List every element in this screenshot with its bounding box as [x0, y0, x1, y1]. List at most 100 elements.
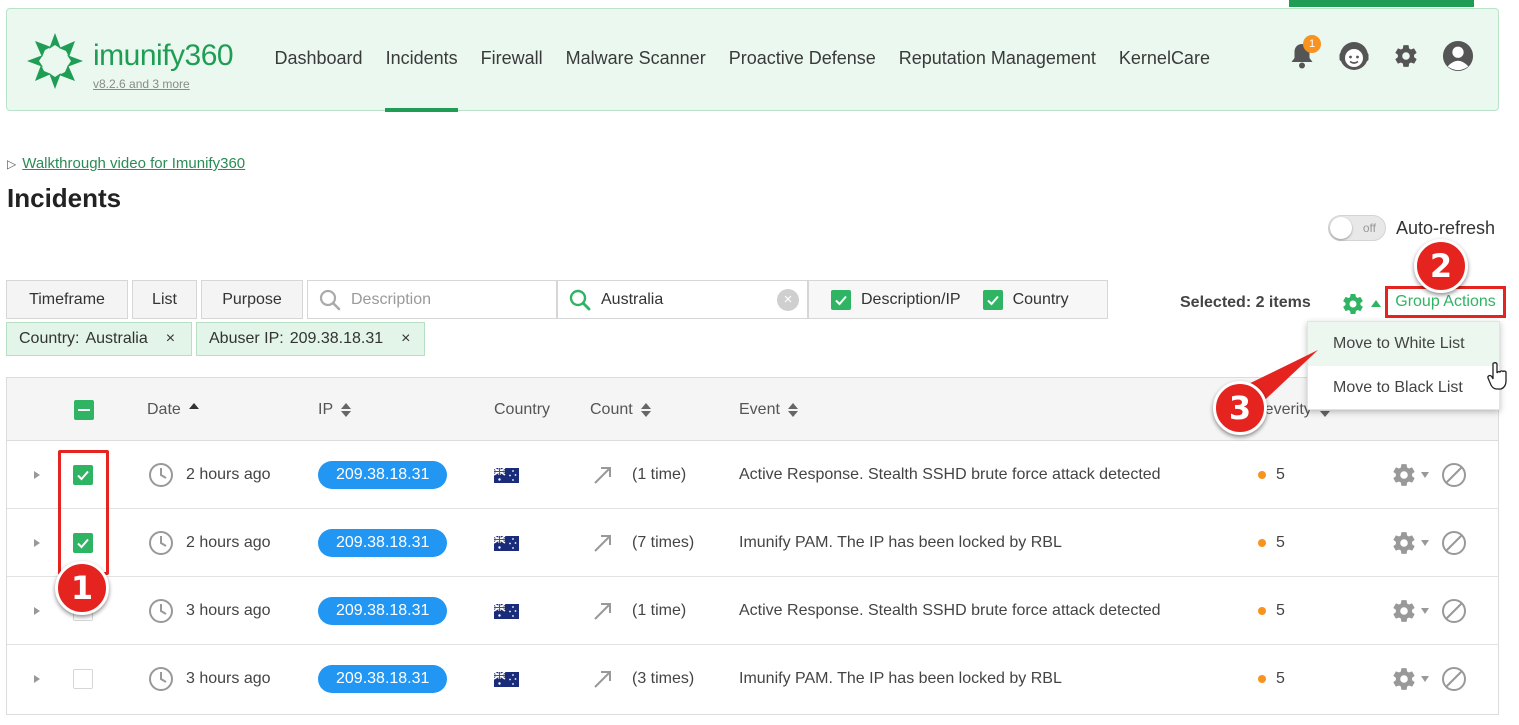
auto-refresh-toggle[interactable]: off — [1328, 215, 1386, 241]
table-row: 2 hours ago 209.38.18.31 (7 times) Imuni… — [7, 509, 1498, 577]
row-checkbox[interactable] — [73, 645, 93, 713]
row-severity-text: 5 — [1276, 670, 1285, 687]
block-icon[interactable] — [1441, 530, 1467, 556]
row-event: Active Response. Stealth SSHD brute forc… — [739, 602, 1161, 619]
description-input[interactable] — [351, 290, 541, 309]
severity-dot — [1258, 539, 1266, 547]
remove-chip-icon[interactable]: × — [166, 323, 175, 355]
block-icon[interactable] — [1441, 598, 1467, 624]
main-nav: Dashboard Incidents Firewall Malware Sca… — [263, 9, 1221, 112]
list-button[interactable]: List — [132, 280, 197, 319]
col-ip[interactable]: IP — [318, 378, 352, 441]
ip-badge[interactable]: 209.38.18.31 — [318, 665, 448, 693]
description-ip-label: Description/IP — [861, 290, 961, 308]
expand-row-icon[interactable] — [34, 441, 44, 509]
nav-kernelcare[interactable]: KernelCare — [1107, 9, 1221, 112]
row-actions — [1391, 645, 1467, 713]
table-row: 2 hours ago 209.38.18.31 (1 time) Active… — [7, 441, 1498, 509]
search-icon — [567, 287, 593, 313]
clear-search-icon[interactable]: × — [777, 289, 799, 311]
brand-name: imunify360 — [93, 39, 234, 72]
nav-dashboard[interactable]: Dashboard — [263, 9, 374, 112]
row-actions — [1391, 509, 1467, 577]
row-ip: 209.38.18.31 — [318, 645, 448, 713]
country-checkbox[interactable] — [982, 289, 1003, 310]
settings-button[interactable] — [1390, 39, 1422, 73]
row-date: 3 hours ago — [148, 577, 271, 645]
trend-arrow-icon — [594, 671, 611, 688]
row-date: 3 hours ago — [148, 645, 271, 713]
walkthrough-link[interactable]: Walkthrough video for Imunify360 — [22, 155, 245, 172]
remove-chip-icon[interactable]: × — [401, 323, 410, 355]
australia-flag-icon — [494, 645, 519, 713]
selected-count: Selected: 2 items — [1180, 294, 1311, 311]
severity-dot — [1258, 471, 1266, 479]
group-actions-gear-icon[interactable] — [1341, 292, 1365, 316]
annotation-step-3: 3 — [1213, 381, 1267, 435]
row-ip: 209.38.18.31 — [318, 577, 448, 645]
user-menu-button[interactable] — [1442, 39, 1474, 73]
filter-chip-country: Country: Australia × — [6, 322, 192, 356]
gear-icon[interactable] — [1391, 598, 1417, 624]
country-label: Country — [1012, 290, 1069, 308]
search-scope-checks: Description/IP Country — [808, 280, 1108, 319]
description-search — [307, 280, 557, 319]
col-ip-label: IP — [318, 401, 334, 418]
expand-row-icon[interactable] — [34, 577, 44, 645]
notifications-button[interactable]: 1 — [1286, 35, 1321, 73]
toggle-state: off — [1362, 221, 1376, 235]
row-count: (1 time) — [592, 441, 686, 509]
support-agent-icon — [1339, 42, 1369, 70]
user-avatar-icon — [1442, 40, 1474, 72]
timeframe-button[interactable]: Timeframe — [6, 280, 128, 319]
menu-move-to-black-list[interactable]: Move to Black List — [1308, 366, 1499, 410]
block-icon[interactable] — [1441, 462, 1467, 488]
auto-refresh: off Auto-refresh — [1328, 215, 1495, 241]
row-count-text: (3 times) — [632, 670, 695, 687]
expand-row-icon[interactable] — [34, 645, 44, 713]
row-event: Active Response. Stealth SSHD brute forc… — [739, 466, 1161, 483]
select-all-checkbox[interactable] — [74, 400, 94, 420]
col-count[interactable]: Count — [590, 378, 651, 441]
incidents-table: Date IP Country Count Event Severity 2 h… — [6, 377, 1499, 715]
sort-icon — [787, 402, 798, 418]
col-country: Country — [494, 401, 551, 418]
col-event[interactable]: Event — [739, 378, 798, 441]
chip-key: Abuser IP: — [209, 330, 284, 347]
ip-badge[interactable]: 209.38.18.31 — [318, 461, 448, 489]
nav-malware-scanner[interactable]: Malware Scanner — [554, 9, 717, 112]
ip-badge[interactable]: 209.38.18.31 — [318, 529, 448, 557]
country-input[interactable] — [601, 290, 791, 309]
hand-cursor-icon — [1487, 362, 1507, 390]
row-count: (7 times) — [592, 509, 694, 577]
nav-firewall[interactable]: Firewall — [469, 9, 554, 112]
header-icons: 1 — [1286, 35, 1474, 73]
ip-badge[interactable]: 209.38.18.31 — [318, 597, 448, 625]
top-accent-bar — [1289, 0, 1474, 7]
col-count-label: Count — [590, 401, 633, 418]
block-icon[interactable] — [1441, 666, 1467, 692]
gear-icon[interactable] — [1391, 530, 1417, 556]
app-header: imunify360 v8.2.6 and 3 more Dashboard I… — [6, 8, 1499, 112]
gear-icon[interactable] — [1391, 666, 1417, 692]
version-link[interactable]: v8.2.6 and 3 more — [93, 77, 190, 91]
search-icon — [317, 287, 343, 313]
support-button[interactable] — [1338, 39, 1370, 73]
severity-dot — [1258, 675, 1266, 683]
chevron-down-icon — [1421, 472, 1429, 478]
menu-move-to-white-list[interactable]: Move to White List — [1308, 322, 1499, 366]
description-ip-checkbox[interactable] — [831, 289, 851, 310]
trend-arrow-icon — [594, 603, 611, 620]
nav-proactive-defense[interactable]: Proactive Defense — [717, 9, 887, 112]
row-actions — [1391, 577, 1467, 645]
purpose-button[interactable]: Purpose — [201, 280, 303, 319]
gear-icon — [1395, 45, 1417, 67]
row-count-text: (1 time) — [632, 602, 687, 619]
auto-refresh-label: Auto-refresh — [1396, 217, 1496, 238]
expand-row-icon[interactable] — [34, 509, 44, 577]
col-date[interactable]: Date — [147, 378, 199, 441]
nav-incidents[interactable]: Incidents — [374, 9, 469, 112]
row-date-text: 3 hours ago — [186, 670, 271, 687]
gear-icon[interactable] — [1391, 462, 1417, 488]
nav-reputation-management[interactable]: Reputation Management — [887, 9, 1107, 112]
